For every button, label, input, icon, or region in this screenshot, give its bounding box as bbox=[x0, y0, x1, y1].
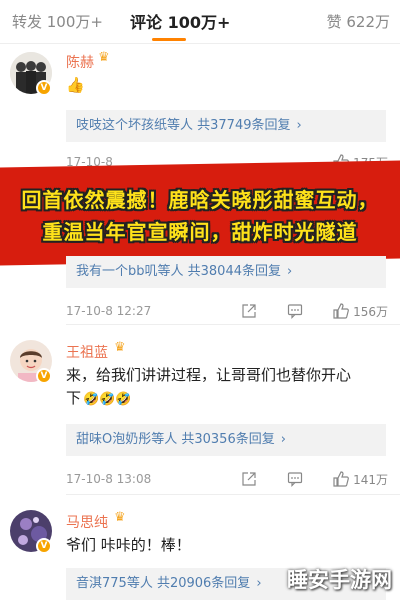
comment-tab-bar: 转发 100万+ 评论 100万+ 赞 622万 bbox=[0, 0, 400, 44]
tab-likes[interactable]: 赞 622万 bbox=[327, 11, 390, 32]
comment-text: 👍 bbox=[66, 76, 85, 94]
comment-icon[interactable] bbox=[287, 471, 303, 487]
username[interactable]: 马思纯 bbox=[66, 512, 108, 532]
share-icon[interactable] bbox=[241, 303, 257, 319]
crown-icon: ♛ bbox=[98, 50, 110, 65]
chevron-right-icon: › bbox=[256, 576, 262, 591]
site-watermark: 睡安手游网 bbox=[287, 568, 392, 592]
comment-icon[interactable] bbox=[287, 303, 303, 319]
verified-badge-icon: V bbox=[36, 80, 52, 96]
verified-badge-icon: V bbox=[36, 368, 52, 384]
like-count: 141万 bbox=[353, 472, 388, 487]
headline-line-1: 回首依然震撼！鹿晗关晓彤甜蜜互动， bbox=[21, 188, 379, 212]
comment-actions: 141万 bbox=[211, 469, 388, 489]
replies-preview[interactable]: 我有一个bb叽等人 共38044条回复 › bbox=[66, 256, 386, 288]
username[interactable]: 王祖蓝 bbox=[66, 342, 108, 362]
verified-badge-icon: V bbox=[36, 538, 52, 554]
chevron-right-icon: › bbox=[296, 118, 302, 133]
replies-summary: 我有一个bb叽等人 共38044条回复 bbox=[76, 264, 281, 279]
comment-item: V 陈赫 ♛ 👍 吱吱这个坏孩纸等人 共37749条回复› 17-10-8 17… bbox=[0, 44, 400, 170]
share-icon[interactable] bbox=[241, 471, 257, 487]
active-tab-indicator bbox=[152, 38, 186, 41]
laughing-emoji-icon: 🤣🤣🤣 bbox=[83, 392, 132, 407]
comment-time: 17-10-8 13:08 bbox=[66, 472, 152, 486]
chevron-right-icon: › bbox=[280, 432, 286, 447]
headline-line-2: 重温当年官宣瞬间，甜炸时光隧道 bbox=[42, 220, 358, 244]
replies-summary: 吱吱这个坏孩纸等人 共37749条回复 bbox=[76, 118, 291, 133]
comment-text: 爷们 咔咔的！棒！ bbox=[66, 536, 191, 554]
replies-preview[interactable]: 吱吱这个坏孩纸等人 共37749条回复 › bbox=[66, 110, 386, 142]
crown-icon: ♛ bbox=[114, 340, 126, 355]
divider bbox=[66, 324, 400, 325]
like-icon[interactable] bbox=[333, 303, 349, 319]
tab-reposts[interactable]: 转发 100万+ bbox=[12, 11, 103, 32]
divider bbox=[66, 494, 400, 495]
tab-comments[interactable]: 评论 100万+ bbox=[130, 9, 230, 33]
comment-item: V 王祖蓝 ♛ 来，给我们讲讲过程，让哥哥们也替你开心 下 🤣🤣🤣 甜味O泡奶彤等… bbox=[0, 330, 400, 495]
replies-preview[interactable]: 甜味O泡奶彤等人 共30356条回复 › bbox=[66, 424, 386, 456]
comment-text-line-2: 下 🤣🤣🤣 bbox=[66, 387, 132, 411]
like-icon[interactable] bbox=[333, 471, 349, 487]
comment-text-tail: 下 bbox=[66, 389, 82, 407]
comment-actions: 156万 bbox=[211, 301, 388, 321]
comment-time: 17-10-8 12:27 bbox=[66, 304, 152, 318]
username[interactable]: 陈赫 bbox=[66, 52, 94, 72]
comment-item: 我有一个bb叽等人 共38044条回复 › 17-10-8 12:27 156万 bbox=[0, 256, 400, 326]
chevron-right-icon: › bbox=[287, 264, 293, 279]
comment-text-line-1: 来，给我们讲讲过程，让哥哥们也替你开心 bbox=[66, 366, 352, 384]
replies-summary: 音淇775等人 共20906条回复 bbox=[76, 576, 251, 591]
like-count: 156万 bbox=[353, 304, 388, 319]
replies-summary: 甜味O泡奶彤等人 共30356条回复 bbox=[76, 432, 275, 447]
headline-banner-text: 回首依然震撼！鹿晗关晓彤甜蜜互动， 重温当年官宣瞬间，甜炸时光隧道 bbox=[0, 170, 400, 260]
crown-icon: ♛ bbox=[114, 510, 126, 525]
